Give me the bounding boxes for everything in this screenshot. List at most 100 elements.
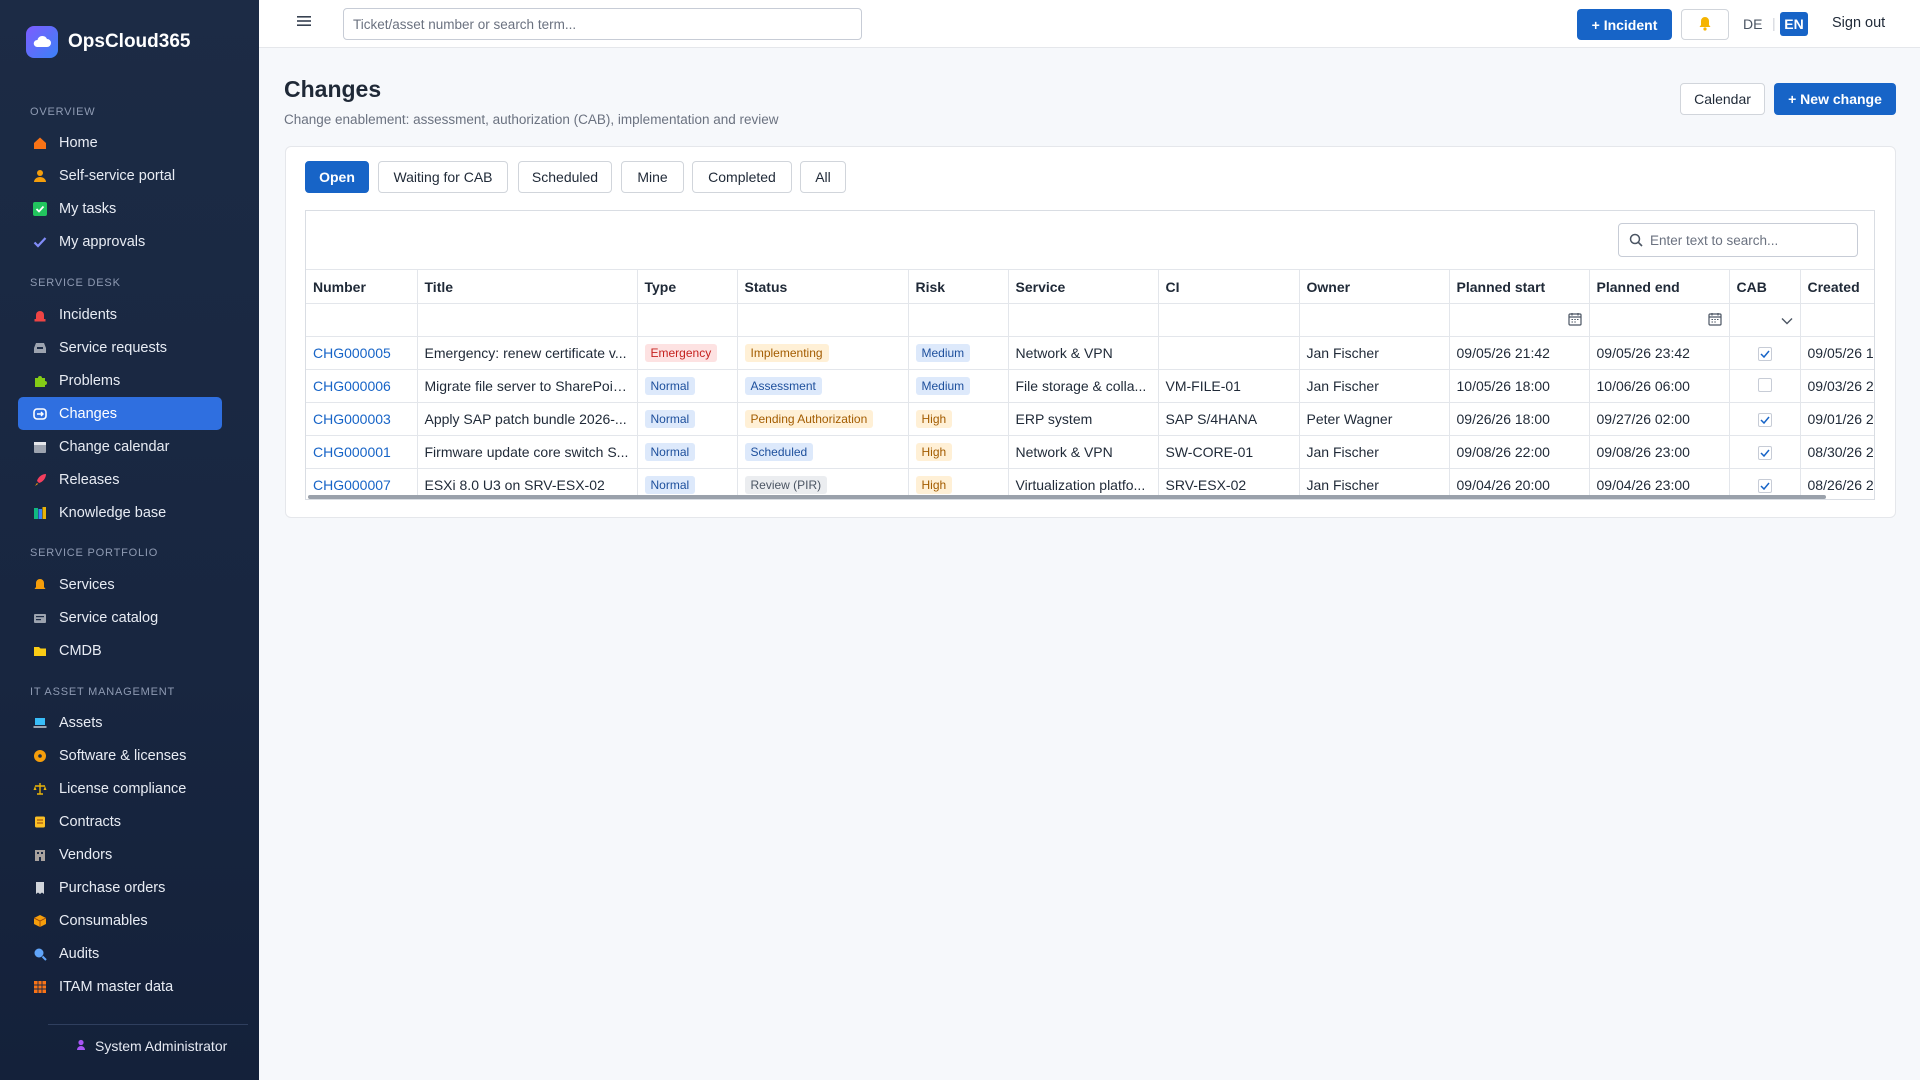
cell-planned-start: 09/05/26 21:42 bbox=[1449, 336, 1590, 370]
chevron-down-icon[interactable] bbox=[1781, 312, 1793, 328]
sidebar-item-audits[interactable]: Audits bbox=[18, 937, 222, 970]
horizontal-scrollbar[interactable] bbox=[308, 495, 1826, 499]
sidebar-item-software-licenses[interactable]: Software & licenses bbox=[18, 739, 222, 772]
sidebar-item-releases[interactable]: Releases bbox=[18, 463, 222, 496]
cell-owner: Jan Fischer bbox=[1299, 435, 1450, 469]
cab-checkbox[interactable] bbox=[1757, 413, 1772, 427]
table-row[interactable]: CHG000003 Apply SAP patch bundle 2026-...… bbox=[306, 402, 1874, 436]
tab-waiting-for-cab[interactable]: Waiting for CAB bbox=[378, 161, 508, 193]
home-icon bbox=[32, 135, 48, 151]
change-number-link[interactable]: CHG000003 bbox=[313, 411, 391, 427]
filter-owner[interactable] bbox=[1299, 303, 1450, 337]
sidebar-item-license-compliance[interactable]: License compliance bbox=[18, 772, 222, 805]
change-number-link[interactable]: CHG000005 bbox=[313, 345, 391, 361]
sidebar-item-contracts[interactable]: Contracts bbox=[18, 805, 222, 838]
column-header-ci[interactable]: CI bbox=[1158, 269, 1300, 304]
sidebar-item-vendors[interactable]: Vendors bbox=[18, 838, 222, 871]
column-header-service[interactable]: Service bbox=[1008, 269, 1159, 304]
sidebar-item-label: Contracts bbox=[59, 813, 122, 830]
sidebar-item-consumables[interactable]: Consumables bbox=[18, 904, 222, 937]
filter-planned-end[interactable] bbox=[1589, 303, 1730, 337]
user-footer[interactable]: System Administrator bbox=[76, 1038, 227, 1054]
filter-number[interactable] bbox=[306, 303, 418, 337]
tab-completed[interactable]: Completed bbox=[692, 161, 792, 193]
sidebar-item-home[interactable]: Home bbox=[18, 126, 222, 159]
cell-cab bbox=[1729, 435, 1801, 469]
language-en[interactable]: EN bbox=[1780, 12, 1808, 36]
notifications-button[interactable] bbox=[1681, 9, 1729, 40]
sidebar-item-incidents[interactable]: Incidents bbox=[18, 298, 222, 331]
new-change-button[interactable]: + New change bbox=[1774, 83, 1896, 115]
cab-checkbox[interactable] bbox=[1757, 377, 1772, 392]
brand[interactable]: OpsCloud365 bbox=[26, 26, 190, 58]
column-header-risk[interactable]: Risk bbox=[908, 269, 1009, 304]
column-header-number[interactable]: Number bbox=[306, 269, 418, 304]
change-number-link[interactable]: CHG000006 bbox=[313, 378, 391, 394]
sidebar-item-cmdb[interactable]: CMDB bbox=[18, 634, 222, 667]
new-incident-button[interactable]: + Incident bbox=[1577, 9, 1672, 40]
tab-all[interactable]: All bbox=[800, 161, 846, 193]
change-number-link[interactable]: CHG000001 bbox=[313, 444, 391, 460]
column-header-created[interactable]: Created bbox=[1800, 269, 1874, 304]
scroll-icon bbox=[32, 814, 48, 830]
filter-status[interactable] bbox=[737, 303, 909, 337]
filter-title[interactable] bbox=[417, 303, 638, 337]
sidebar-item-change-calendar[interactable]: Change calendar bbox=[18, 430, 222, 463]
cab-checkbox[interactable] bbox=[1757, 446, 1772, 460]
calendar-icon[interactable] bbox=[1707, 312, 1722, 329]
filter-service[interactable] bbox=[1008, 303, 1159, 337]
column-header-planned-end[interactable]: Planned end bbox=[1589, 269, 1730, 304]
column-header-owner[interactable]: Owner bbox=[1299, 269, 1450, 304]
change-number-link[interactable]: CHG000007 bbox=[313, 477, 391, 493]
tab-scheduled[interactable]: Scheduled bbox=[518, 161, 612, 193]
column-header-title[interactable]: Title bbox=[417, 269, 638, 304]
table-row[interactable]: CHG000005 Emergency: renew certificate v.… bbox=[306, 336, 1875, 370]
sidebar-item-knowledge-base[interactable]: Knowledge base bbox=[18, 496, 222, 529]
filter-risk[interactable] bbox=[908, 303, 1009, 337]
language-separator: | bbox=[1772, 15, 1776, 31]
user-name: System Administrator bbox=[95, 1038, 228, 1054]
table-row[interactable]: CHG000006 Migrate file server to SharePoi… bbox=[306, 369, 1874, 403]
tab-open[interactable]: Open bbox=[305, 161, 369, 193]
sidebar-item-self-service-portal[interactable]: Self-service portal bbox=[18, 159, 222, 192]
sidebar-item-assets[interactable]: Assets bbox=[18, 706, 222, 739]
column-header-type[interactable]: Type bbox=[637, 269, 738, 304]
sidebar-item-purchase-orders[interactable]: Purchase orders bbox=[18, 871, 222, 904]
grid-search[interactable] bbox=[1618, 223, 1858, 257]
user-icon bbox=[76, 1038, 86, 1054]
created-date: 09/05/26 19 bbox=[1807, 345, 1875, 361]
filter-planned-start[interactable] bbox=[1449, 303, 1590, 337]
column-header-status[interactable]: Status bbox=[737, 269, 909, 304]
calendar-button[interactable]: Calendar bbox=[1680, 83, 1765, 115]
tab-mine[interactable]: Mine bbox=[621, 161, 684, 193]
cab-checkbox[interactable] bbox=[1757, 347, 1772, 361]
calendar-icon[interactable] bbox=[1567, 312, 1582, 329]
status-badge: Assessment bbox=[744, 377, 822, 395]
filter-type[interactable] bbox=[637, 303, 738, 337]
sidebar-item-changes[interactable]: Changes bbox=[18, 397, 222, 430]
sidebar-item-my-tasks[interactable]: My tasks bbox=[18, 192, 222, 225]
sidebar-item-service-requests[interactable]: Service requests bbox=[18, 331, 222, 364]
column-header-planned-start[interactable]: Planned start bbox=[1449, 269, 1590, 304]
filter-cab[interactable] bbox=[1729, 303, 1801, 337]
sidebar-item-problems[interactable]: Problems bbox=[18, 364, 222, 397]
filter-ci[interactable] bbox=[1158, 303, 1300, 337]
filter-created[interactable] bbox=[1800, 303, 1874, 337]
sidebar-item-services[interactable]: Services bbox=[18, 568, 222, 601]
global-search-input[interactable] bbox=[343, 8, 862, 40]
risk-badge: High bbox=[915, 443, 953, 461]
sign-out-link[interactable]: Sign out bbox=[1832, 15, 1885, 31]
sidebar-item-itam-master-data[interactable]: ITAM master data bbox=[18, 970, 222, 1003]
cell-planned-start: 09/26/26 18:00 bbox=[1449, 402, 1590, 436]
sidebar-item-service-catalog[interactable]: Service catalog bbox=[18, 601, 222, 634]
table-row[interactable]: CHG000001 Firmware update core switch S..… bbox=[306, 435, 1874, 469]
hamburger-menu-icon[interactable] bbox=[297, 14, 311, 32]
language-de[interactable]: DE bbox=[1743, 16, 1762, 32]
column-header-cab[interactable]: CAB bbox=[1729, 269, 1801, 304]
books-icon bbox=[32, 505, 48, 521]
service-name: Virtualization platfo... bbox=[1015, 477, 1146, 493]
check-box-icon bbox=[32, 201, 48, 217]
cab-checkbox[interactable] bbox=[1757, 479, 1772, 493]
sidebar-item-my-approvals[interactable]: My approvals bbox=[18, 225, 222, 258]
grid-search-input[interactable] bbox=[1619, 224, 1857, 256]
